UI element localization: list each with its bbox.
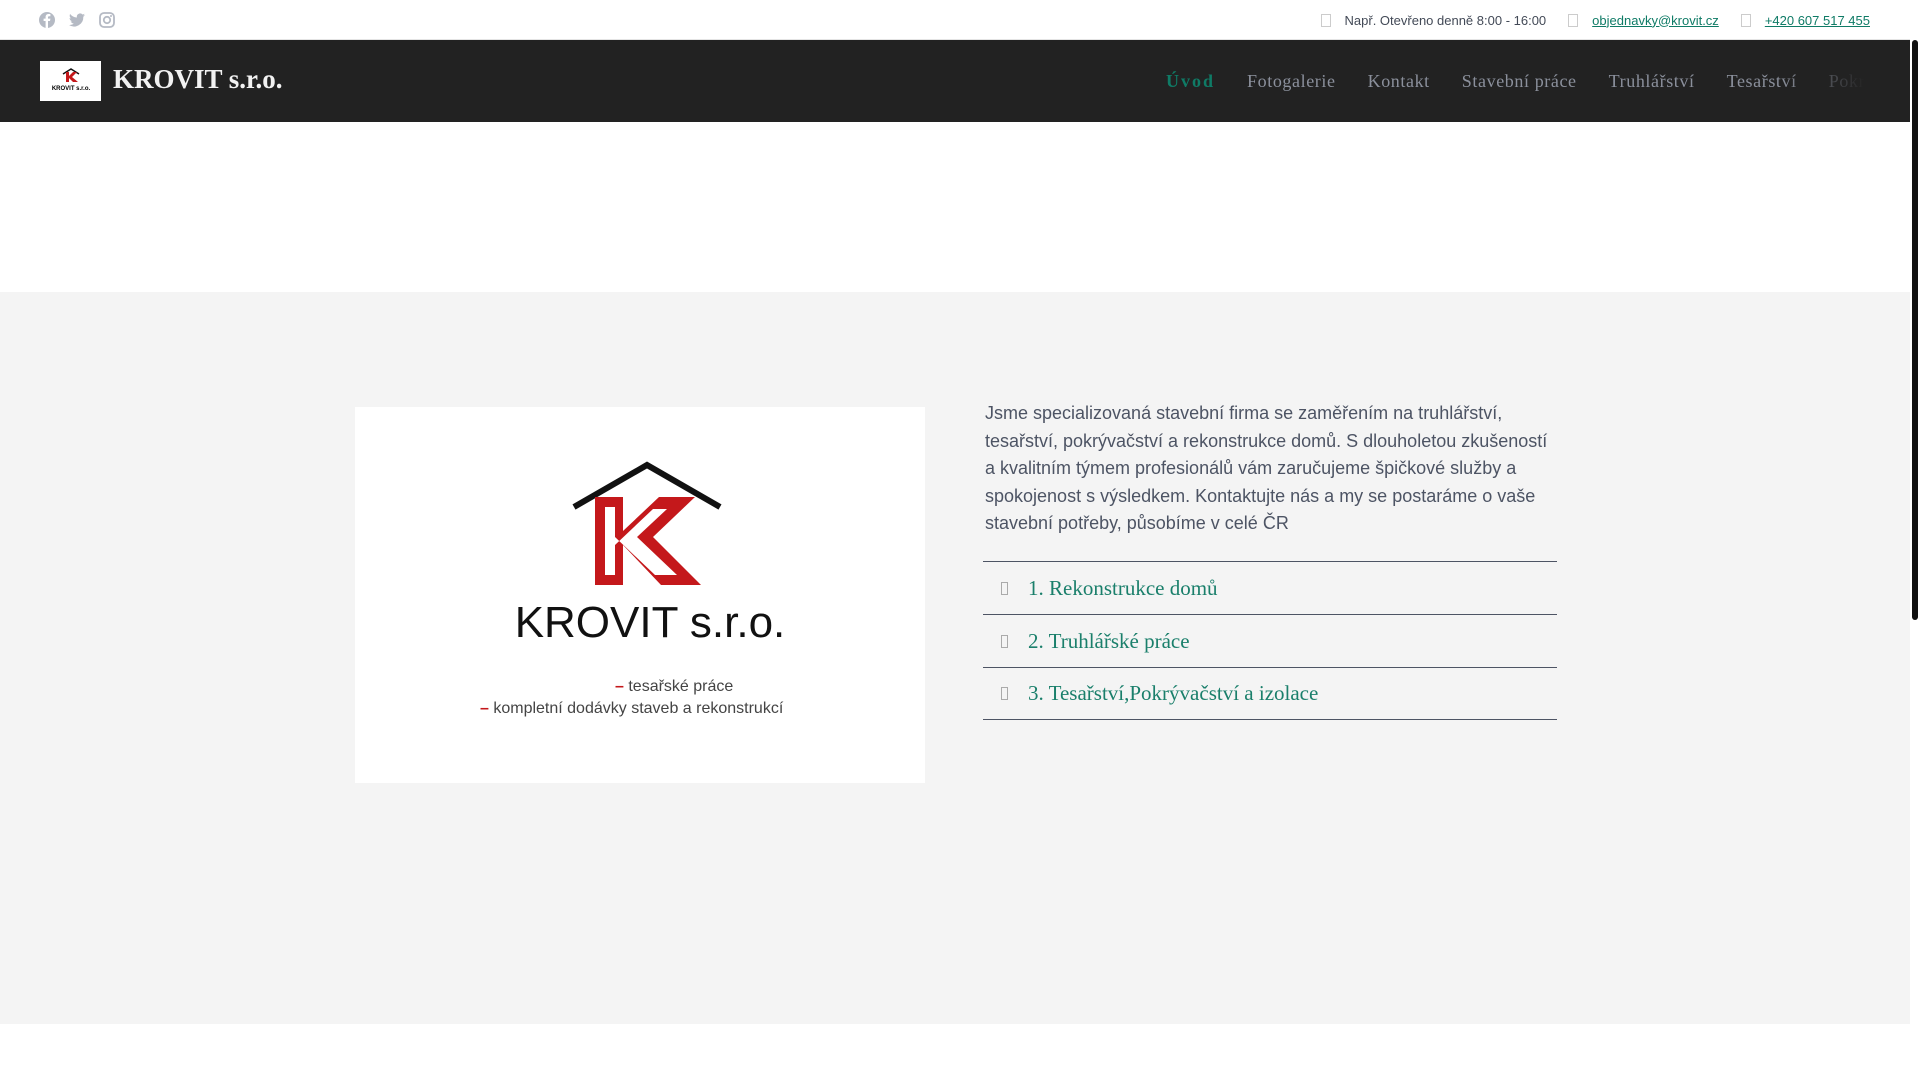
services-accordion: 1. Rekonstrukce domů 2. Truhlářské práce… xyxy=(983,561,1557,720)
accordion-item[interactable]: 1. Rekonstrukce domů xyxy=(983,561,1557,614)
plus-icon xyxy=(1001,687,1008,700)
phone-icon xyxy=(1740,13,1751,27)
site-title[interactable]: KROVIT s.r.o. xyxy=(113,64,283,95)
nav-kontakt[interactable]: Kontakt xyxy=(1368,71,1430,92)
scrollbar-thumb[interactable] xyxy=(1912,40,1918,620)
svg-text:– tesařské práce: – tesařské práce xyxy=(615,678,733,695)
opening-hours: Např. Otevřeno denně 8:00 - 16:00 xyxy=(1344,12,1547,28)
nav-tesarstvi[interactable]: Tesařství xyxy=(1727,71,1797,92)
phone-link[interactable]: +420 607 517 455 xyxy=(1765,13,1870,28)
nav-stavebni-prace[interactable]: Stavební práce xyxy=(1462,71,1577,92)
top-bar: Např. Otevřeno denně 8:00 - 16:00 objedn… xyxy=(0,0,1910,40)
nav-fotogalerie[interactable]: Fotogalerie xyxy=(1247,71,1336,92)
company-logo-image: KROVIT s.r.o. – tesařské práce – komplet… xyxy=(355,407,925,783)
plus-icon xyxy=(1001,581,1008,595)
svg-text:KROVIT s.r.o.: KROVIT s.r.o. xyxy=(51,86,90,92)
about-section xyxy=(0,292,1910,1024)
page: Např. Otevřeno denně 8:00 - 16:00 objedn… xyxy=(0,0,1910,1080)
intro-paragraph: Jsme specializovaná stavební firma se za… xyxy=(985,403,1548,533)
accordion-title[interactable]: 1. Rekonstrukce domů xyxy=(1028,576,1218,601)
accordion-item[interactable]: 2. Truhlářské práce xyxy=(983,614,1557,667)
nav-uvod[interactable]: Úvod xyxy=(1166,71,1215,92)
site-header: KROVIT s.r.o. KROVIT s.r.o. Úvod Fotogal… xyxy=(0,40,1910,122)
logo-image[interactable]: KROVIT s.r.o. xyxy=(40,61,101,101)
envelope-icon xyxy=(1568,13,1579,27)
accordion-title[interactable]: 3. Tesařství,Pokrývačství a izolace xyxy=(1028,681,1318,706)
accordion-item[interactable]: 3. Tesařství,Pokrývačství a izolace xyxy=(983,667,1557,720)
email-link[interactable]: objednavky@krovit.cz xyxy=(1592,13,1719,28)
plus-icon xyxy=(1001,634,1008,648)
nav-pokryvacstvi[interactable]: Pokrývačství xyxy=(1829,71,1865,92)
twitter-icon[interactable] xyxy=(68,11,86,29)
svg-text:KROVIT s.r.o.: KROVIT s.r.o. xyxy=(515,598,786,647)
clock-icon xyxy=(1320,13,1331,27)
facebook-icon[interactable] xyxy=(38,11,56,29)
main-nav: Úvod Fotogalerie Kontakt Stavební práce … xyxy=(1150,40,1865,122)
accordion-title[interactable]: 2. Truhlářské práce xyxy=(1028,629,1190,654)
nav-truhlarstvi[interactable]: Truhlářství xyxy=(1609,71,1695,92)
instagram-icon[interactable] xyxy=(98,11,116,29)
scrollbar[interactable] xyxy=(1910,0,1920,1080)
contact-info: Např. Otevřeno denně 8:00 - 16:00 objedn… xyxy=(1299,0,1870,40)
spacer-band xyxy=(0,122,1910,292)
svg-text:– kompletní dodávky staveb a r: – kompletní dodávky staveb a rekonstrukc… xyxy=(480,700,784,717)
